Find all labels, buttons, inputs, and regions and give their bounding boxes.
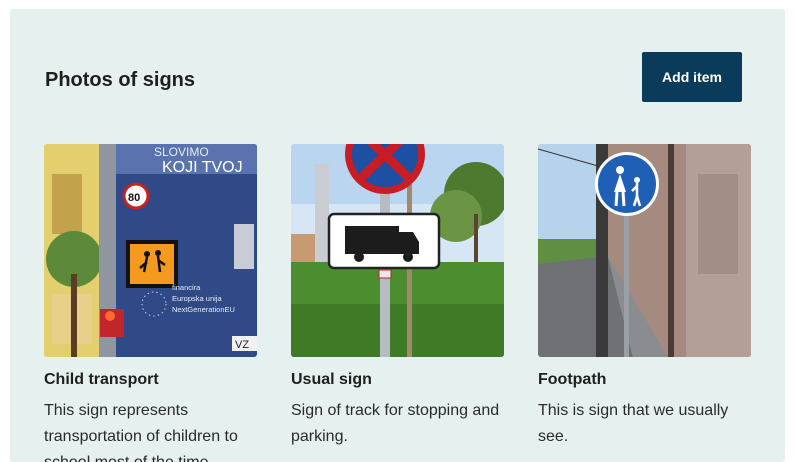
svg-text:KOJI TVOJ: KOJI TVOJ (162, 159, 243, 176)
svg-text:80: 80 (128, 192, 140, 204)
svg-text:financira: financira (172, 283, 201, 292)
photos-panel: Photos of signs Add item SLOVIMO KOJI TV… (10, 9, 785, 462)
card-description: Sign of track for stopping and parking. (291, 402, 500, 445)
card-description: This sign represents transportation of c… (44, 402, 238, 462)
svg-text:SLOVIMO: SLOVIMO (154, 145, 209, 159)
child-transport-photo[interactable]: SLOVIMO KOJI TVOJ 80 financira Europska … (44, 144, 257, 357)
add-item-button[interactable]: Add item (642, 52, 742, 102)
card-child-transport[interactable]: SLOVIMO KOJI TVOJ 80 financira Europska … (44, 144, 258, 462)
card-title: Child transport (44, 371, 159, 388)
card-footpath[interactable]: Footpath This is sign that we usually se… (538, 144, 752, 450)
usual-sign-photo[interactable] (291, 144, 504, 357)
section-title: Photos of signs (45, 69, 195, 91)
card-title: Footpath (538, 371, 607, 388)
svg-text:Europska unija: Europska unija (172, 294, 222, 303)
svg-text:VZ: VZ (235, 339, 249, 351)
card-title: Usual sign (291, 371, 372, 388)
svg-text:NextGenerationEU: NextGenerationEU (172, 305, 235, 314)
footpath-photo[interactable] (538, 144, 751, 357)
card-usual-sign[interactable]: Usual sign Sign of track for stopping an… (291, 144, 505, 450)
card-description: This is sign that we usually see. (538, 402, 729, 445)
